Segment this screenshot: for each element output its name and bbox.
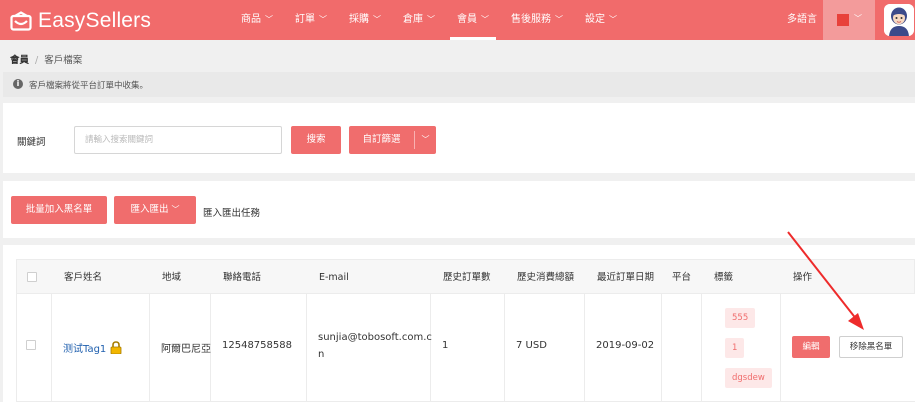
import-export-tasks-link[interactable]: 匯入匯出任務 <box>203 205 260 219</box>
nav-item-label: 商品 <box>241 14 261 25</box>
divider <box>661 294 662 402</box>
divider <box>780 294 781 402</box>
logo-icon <box>10 11 32 31</box>
customer-phone: 12548758588 <box>222 340 292 351</box>
import-export-button[interactable]: 匯入匯出 ﹀ <box>114 196 196 224</box>
column-header-order-count[interactable]: 歷史訂單數 <box>443 260 491 295</box>
logo-text: EasySellers <box>38 9 152 32</box>
chevron-down-icon: ﹀ <box>555 15 563 24</box>
color-swatch <box>837 14 849 26</box>
app-logo[interactable]: EasySellers <box>10 9 151 33</box>
top-navigation-bar: EasySellers 商品 ﹀ 訂單 ﹀ 採購 ﹀ 倉庫 ﹀ 會員 ﹀ 售後服務 ﹀ 設定… <box>0 0 915 40</box>
chevron-down-icon: ﹀ <box>481 15 489 24</box>
custom-filter-label: 自訂篩選 <box>362 134 401 145</box>
chevron-down-icon: ﹀ <box>609 15 617 24</box>
nav-item-label: 設定 <box>585 14 605 25</box>
avatar[interactable] <box>884 4 914 36</box>
language-user-menu[interactable]: 多語言 <box>787 0 817 40</box>
nav-item-settings[interactable]: 設定 ﹀ <box>574 0 628 40</box>
total-spend: 7 USD <box>516 340 547 351</box>
column-header-total-spend[interactable]: 歷史消費總額 <box>517 260 574 295</box>
order-count: 1 <box>442 340 449 351</box>
table-row[interactable]: 测试Tag1 阿爾巴尼亞 12548758588 sunjia@tobosoft… <box>16 294 915 402</box>
chevron-down-icon: ﹀ <box>373 15 381 24</box>
lock-icon <box>110 341 122 354</box>
nav-item-after-sales[interactable]: 售後服務 ﹀ <box>500 0 574 40</box>
edit-button[interactable]: 編輯 <box>792 336 830 358</box>
color-theme-selector[interactable]: ﹀ <box>823 0 875 40</box>
column-header-actions: 操作 <box>793 272 813 283</box>
select-all-checkbox[interactable] <box>27 272 37 282</box>
tag-badge: dgsdew <box>725 368 772 388</box>
divider <box>51 294 52 402</box>
action-panel: 批量加入黑名單 匯入匯出 ﹀ 匯入匯出任務 <box>3 181 915 238</box>
chevron-down-icon: ﹀ <box>854 14 862 23</box>
column-header-phone[interactable]: 聯絡電話 <box>223 260 261 295</box>
search-panel: 關鍵詞 搜索 自訂篩選 ﹀ <box>3 103 915 173</box>
divider <box>584 294 585 402</box>
nav-item-purchasing[interactable]: 採購 ﹀ <box>338 0 392 40</box>
divider <box>701 294 702 402</box>
column-header-platform[interactable]: 平台 <box>672 260 691 295</box>
nav-item-label: 訂單 <box>295 14 315 25</box>
import-export-label: 匯入匯出 <box>130 204 169 215</box>
divider <box>430 294 431 402</box>
nav-item-label: 售後服務 <box>511 14 551 25</box>
nav-item-label: 會員 <box>457 14 477 25</box>
customer-email-line1: sunjia@tobosoft.com.c <box>318 332 432 343</box>
last-order-date: 2019-09-02 <box>596 340 655 351</box>
column-header-name[interactable]: 客戶姓名 <box>64 260 102 295</box>
chevron-down-icon: ﹀ <box>265 15 273 24</box>
search-button[interactable]: 搜索 <box>291 126 341 154</box>
nav-item-label: 倉庫 <box>403 14 423 25</box>
nav-item-members[interactable]: 會員 ﹀ <box>446 0 500 40</box>
customer-name-link[interactable]: 测试Tag1 <box>63 340 122 355</box>
custom-filter-button[interactable]: 自訂篩選 ﹀ <box>349 126 436 154</box>
remove-from-blacklist-button[interactable]: 移除黑名單 <box>839 336 903 358</box>
chevron-down-icon: ﹀ <box>319 15 327 24</box>
column-header-tags[interactable]: 標籤 <box>714 260 733 295</box>
column-header-last-order-date[interactable]: 最近訂單日期 <box>597 260 654 295</box>
chevron-down-icon: ﹀ <box>171 205 180 214</box>
breadcrumb: 會員 / 客戶檔案 <box>10 52 82 66</box>
customer-region: 阿爾巴尼亞 <box>161 344 211 355</box>
tag-badge: 555 <box>725 308 756 328</box>
customer-table-panel: 客戶姓名 地域 聯絡電話 E-mail 歷史訂單數 歷史消費總額 最近訂單日期 … <box>3 245 915 402</box>
nav-item-label: 採購 <box>349 14 369 25</box>
avatar-icon <box>884 4 914 36</box>
divider <box>306 294 307 402</box>
divider <box>16 294 17 402</box>
main-nav: 商品 ﹀ 訂單 ﹀ 採購 ﹀ 倉庫 ﹀ 會員 ﹀ 售後服務 ﹀ 設定 ﹀ <box>230 0 628 40</box>
keyword-search-input[interactable] <box>74 126 282 154</box>
customer-email-line2: n <box>318 349 325 360</box>
info-notice: i 客戶檔案將從平台訂單中收集。 <box>3 72 915 97</box>
bulk-add-blacklist-button[interactable]: 批量加入黑名單 <box>11 196 107 224</box>
column-header-region[interactable]: 地域 <box>162 260 181 295</box>
column-header-email[interactable]: E-mail <box>319 260 349 295</box>
divider <box>149 294 150 402</box>
customer-name: 测试Tag1 <box>63 344 107 355</box>
nav-item-warehouse[interactable]: 倉庫 ﹀ <box>392 0 446 40</box>
table-header: 客戶姓名 地域 聯絡電話 E-mail 歷史訂單數 歷史消費總額 最近訂單日期 … <box>16 259 915 294</box>
nav-item-products[interactable]: 商品 ﹀ <box>230 0 284 40</box>
breadcrumb-members[interactable]: 會員 <box>10 55 29 66</box>
chevron-down-icon: ﹀ <box>427 15 435 24</box>
tag-badge: 1 <box>725 338 745 358</box>
notice-text: 客戶檔案將從平台訂單中收集。 <box>29 81 149 91</box>
nav-item-orders[interactable]: 訂單 ﹀ <box>284 0 338 40</box>
breadcrumb-page: 客戶檔案 <box>44 55 83 66</box>
info-icon: i <box>13 79 23 89</box>
chevron-down-icon[interactable]: ﹀ <box>415 126 436 154</box>
divider <box>504 294 505 402</box>
breadcrumb-separator: / <box>35 55 39 66</box>
keyword-label: 關鍵詞 <box>17 137 46 148</box>
row-checkbox[interactable] <box>26 340 36 350</box>
